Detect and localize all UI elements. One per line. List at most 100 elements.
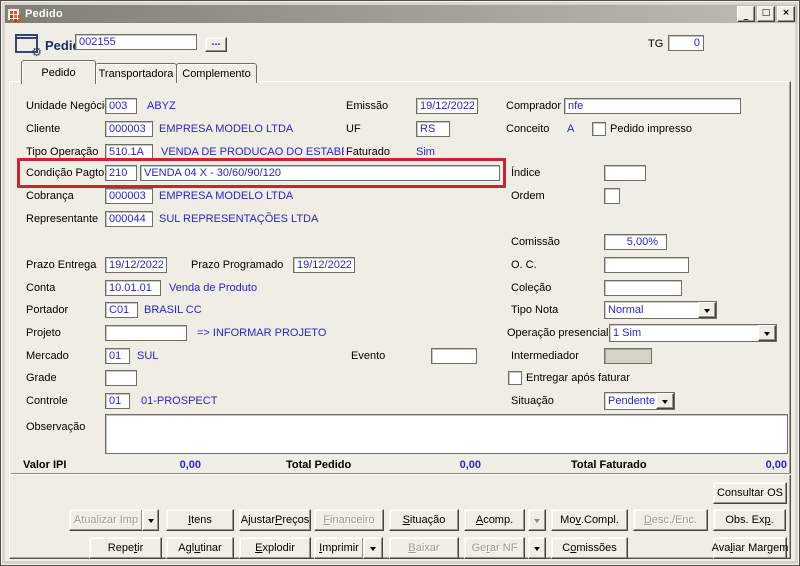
tab-pedido[interactable]: Pedido	[21, 60, 96, 84]
projeto-input[interactable]	[105, 325, 187, 341]
emissao-input[interactable]	[416, 98, 478, 114]
ajustar-precos-button[interactable]: Ajustar Preços	[239, 509, 311, 531]
observacao-label: Observação	[26, 421, 86, 433]
operacao-presencial-value: 1 Sim	[613, 327, 642, 339]
consultar-os-button[interactable]: Consultar OS	[713, 482, 787, 504]
ordem-label: Ordem	[511, 190, 545, 202]
colecao-label: Coleção	[511, 282, 552, 294]
tab-complemento[interactable]: Complemento	[176, 63, 257, 83]
financeiro-button: Financeiro	[314, 509, 384, 531]
pedido-impresso-checkbox[interactable]	[592, 122, 606, 136]
order-lookup-button[interactable]: ...	[205, 35, 227, 52]
chevron-down-icon	[370, 546, 376, 554]
entregar-apos-faturar-label: Entregar após faturar	[526, 372, 630, 384]
gerar-nf-dropdown-button[interactable]	[528, 537, 546, 559]
observacao-textarea[interactable]	[105, 414, 788, 454]
tipo-operacao-input[interactable]	[105, 144, 153, 160]
repetir-button[interactable]: Repe t ir	[89, 537, 162, 559]
close-button[interactable]: ×	[777, 6, 795, 22]
chevron-down-icon	[764, 331, 770, 339]
condicao-pagto-desc-input[interactable]	[140, 165, 500, 181]
grade-input[interactable]	[105, 370, 137, 386]
total-pedido-value: 0,00	[459, 459, 481, 471]
representante-desc: SUL REPRESENTAÇÕES LTDA	[159, 213, 319, 225]
situacao-label: Situação	[511, 395, 554, 407]
prazo-entrega-input[interactable]	[105, 257, 167, 273]
tab-transportadora-label: Transportadora	[98, 67, 174, 80]
operacao-presencial-select[interactable]: 1 Sim	[609, 324, 777, 342]
chevron-down-icon	[662, 399, 668, 407]
order-number-input[interactable]	[75, 34, 197, 50]
portador-input[interactable]	[105, 302, 138, 318]
tab-transportadora[interactable]: Transportadora	[95, 63, 177, 83]
itens-button[interactable]: Itens	[166, 509, 234, 531]
condicao-pagto-input[interactable]	[105, 165, 137, 181]
gear-icon: ⚙	[31, 45, 42, 59]
cobranca-input[interactable]	[105, 188, 153, 204]
total-faturado-value: 0,00	[765, 459, 787, 471]
situacao-button[interactable]: Situação	[389, 509, 459, 531]
comprador-label: Comprador	[506, 100, 562, 112]
tipo-nota-dropdown-button[interactable]	[698, 302, 716, 318]
close-icon: ×	[782, 7, 790, 18]
entregar-apos-faturar-checkbox[interactable]	[508, 371, 522, 385]
chevron-down-icon	[534, 518, 540, 526]
situacao-value: Pendente	[608, 395, 656, 407]
aglutinar-button[interactable]: Agl u tinar	[166, 537, 234, 559]
emissao-label: Emissão	[346, 100, 389, 112]
tipo-nota-label: Tipo Nota	[511, 304, 559, 316]
condicao-pagto-label: Condição Pagto.	[26, 167, 108, 179]
tg-label: TG	[648, 38, 664, 50]
operacao-presencial-dropdown-button[interactable]	[758, 325, 776, 341]
maximize-button[interactable]: □	[757, 6, 775, 22]
indice-input[interactable]	[604, 165, 646, 181]
evento-input[interactable]	[431, 348, 477, 364]
atualizar-imp-button: Atualizar Imp	[69, 509, 143, 531]
representante-input[interactable]	[105, 211, 153, 227]
unidade-negocio-input[interactable]	[105, 98, 137, 114]
tg-input[interactable]	[668, 35, 704, 51]
mercado-desc: SUL	[137, 350, 159, 362]
minimize-button[interactable]: _	[737, 6, 755, 22]
colecao-input[interactable]	[604, 280, 682, 296]
button-area-separator	[11, 473, 791, 475]
ellipsis-icon: ...	[211, 35, 221, 48]
situacao-select[interactable]: Pendente	[604, 392, 675, 410]
acomp-button[interactable]: Acomp.	[464, 509, 525, 531]
comprador-input[interactable]	[564, 98, 741, 114]
projeto-label: Projeto	[26, 327, 61, 339]
imprimir-dropdown-button[interactable]	[363, 537, 383, 559]
comissoes-button[interactable]: Co missões	[551, 537, 628, 559]
tipo-nota-select[interactable]: Normal	[604, 301, 717, 319]
intermediador-input	[604, 348, 652, 364]
mercado-input[interactable]	[105, 348, 130, 364]
mov-compl-button[interactable]: Mo v .Compl.	[551, 509, 628, 531]
atualizar-imp-dropdown-button[interactable]	[142, 509, 159, 531]
minimize-icon: _	[743, 10, 749, 21]
imprimir-button[interactable]: Imprimir	[314, 537, 364, 559]
explodir-button[interactable]: Explodir	[239, 537, 311, 559]
gerar-nf-button: Ge r ar NF	[464, 537, 525, 559]
maximize-icon: □	[761, 7, 771, 18]
mercado-label: Mercado	[26, 350, 69, 362]
desc-enc-button: Desc./Enc.	[633, 509, 708, 531]
oc-input[interactable]	[604, 257, 689, 273]
controle-input[interactable]	[105, 393, 130, 409]
unidade-negocio-label: Unidade Negócio	[26, 100, 111, 112]
cliente-input[interactable]	[105, 121, 153, 137]
obs-exp-button[interactable]: Obs. Ex p.	[713, 509, 786, 531]
comissao-input[interactable]	[604, 234, 667, 250]
conceito-value: A	[567, 123, 575, 135]
ordem-input[interactable]	[604, 188, 620, 204]
avaliar-margem-button[interactable]: Ava l iar Margem	[712, 537, 788, 559]
order-form-icon: ⚙	[15, 34, 42, 58]
grade-label: Grade	[26, 372, 57, 384]
conta-input[interactable]	[105, 280, 161, 296]
faturado-label: Faturado	[346, 146, 391, 158]
prazo-programado-input[interactable]	[293, 257, 355, 273]
unidade-negocio-desc: ABYZ	[147, 100, 176, 112]
acomp-dropdown-button[interactable]	[528, 509, 546, 531]
situacao-dropdown-button[interactable]	[656, 393, 674, 409]
uf-input[interactable]	[416, 121, 450, 137]
baixar-button: Baixar	[389, 537, 459, 559]
